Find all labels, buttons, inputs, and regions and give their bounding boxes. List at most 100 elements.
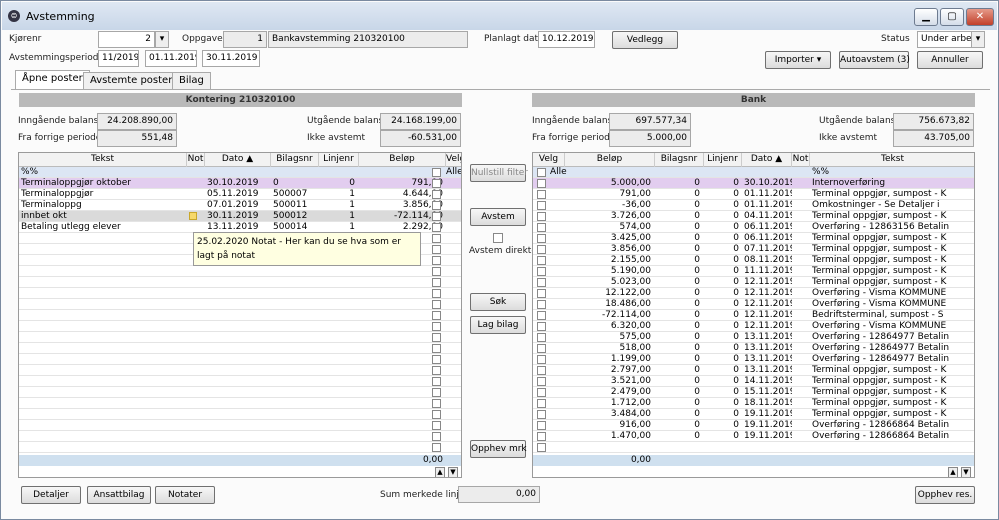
row-checkbox[interactable] bbox=[537, 421, 546, 430]
row-checkbox[interactable] bbox=[432, 311, 441, 320]
table-row[interactable]: -36,00 0 0 01.11.2019 Omkostninger - Se Deta… bbox=[533, 200, 974, 211]
table-row[interactable] bbox=[19, 409, 461, 420]
opphev-res-button[interactable]: Opphev res. bbox=[915, 486, 975, 504]
table-row[interactable] bbox=[19, 332, 461, 343]
row-checkbox[interactable] bbox=[432, 223, 441, 232]
scroll-down-icon[interactable]: ▼ bbox=[961, 467, 971, 477]
scroll-down-icon[interactable]: ▼ bbox=[448, 467, 458, 477]
col-belop[interactable]: Beløp bbox=[359, 153, 446, 167]
nullstill-filter-button[interactable]: Nullstill filter bbox=[470, 164, 528, 182]
vedlegg-button[interactable]: Vedlegg bbox=[612, 31, 678, 49]
ansattbilag-button[interactable]: Ansattbilag bbox=[87, 486, 151, 504]
col-velg-right[interactable]: Velg bbox=[533, 153, 565, 167]
table-row[interactable] bbox=[533, 442, 974, 453]
table-row[interactable]: 575,00 0 0 13.11.2019 Overføring - 12864977 … bbox=[533, 332, 974, 343]
row-checkbox[interactable] bbox=[537, 179, 546, 188]
table-row[interactable]: 3.521,00 0 0 14.11.2019 Terminal oppgjør, su… bbox=[533, 376, 974, 387]
table-row[interactable]: Terminaloppg 07.01.2019 500011 1 3.856,00 bbox=[19, 200, 461, 211]
select-all-checkbox[interactable] bbox=[432, 168, 441, 177]
row-checkbox[interactable] bbox=[432, 245, 441, 254]
row-checkbox[interactable] bbox=[537, 443, 546, 452]
row-checkbox[interactable] bbox=[537, 267, 546, 276]
row-checkbox[interactable] bbox=[537, 289, 546, 298]
row-checkbox[interactable] bbox=[432, 289, 441, 298]
row-checkbox[interactable] bbox=[432, 201, 441, 210]
row-checkbox[interactable] bbox=[432, 333, 441, 342]
avstem-direkte-checkbox[interactable] bbox=[493, 233, 503, 243]
table-row[interactable] bbox=[19, 431, 461, 442]
notater-button[interactable]: Notater bbox=[155, 486, 215, 504]
col-not-right[interactable]: Not bbox=[792, 153, 810, 167]
row-checkbox[interactable] bbox=[537, 223, 546, 232]
annuller-button[interactable]: Annuller bbox=[917, 51, 983, 69]
col-dato-right[interactable]: Dato ▲ bbox=[742, 153, 792, 167]
table-row[interactable]: 791,00 0 0 01.11.2019 Terminal oppgjør, sump… bbox=[533, 189, 974, 200]
row-checkbox[interactable] bbox=[432, 377, 441, 386]
maximize-button[interactable]: ▢ bbox=[940, 8, 964, 26]
col-velg[interactable]: Velg bbox=[446, 153, 461, 167]
col-tekst-right[interactable]: Tekst bbox=[810, 153, 974, 167]
row-checkbox[interactable] bbox=[432, 300, 441, 309]
row-checkbox[interactable] bbox=[432, 234, 441, 243]
row-checkbox[interactable] bbox=[537, 212, 546, 221]
table-row[interactable] bbox=[19, 387, 461, 398]
row-checkbox[interactable] bbox=[537, 388, 546, 397]
row-checkbox[interactable] bbox=[432, 410, 441, 419]
status-dropdown-icon[interactable]: ▾ bbox=[971, 31, 985, 48]
col-not[interactable]: Not bbox=[187, 153, 205, 167]
table-row[interactable]: 5.000,00 0 0 30.10.2019 Internoverføring bbox=[533, 178, 974, 189]
periode-to-field[interactable]: 30.11.2019 bbox=[202, 50, 260, 67]
row-checkbox[interactable] bbox=[537, 278, 546, 287]
col-belop-right[interactable]: Beløp bbox=[565, 153, 655, 167]
table-row[interactable] bbox=[19, 365, 461, 376]
table-row[interactable] bbox=[19, 266, 461, 277]
row-checkbox[interactable] bbox=[537, 256, 546, 265]
row-checkbox[interactable] bbox=[537, 245, 546, 254]
table-row[interactable]: 3.484,00 0 0 19.11.2019 Terminal oppgjør, su… bbox=[533, 409, 974, 420]
table-row[interactable]: 3.856,00 0 0 07.11.2019 Terminal oppgjør, su… bbox=[533, 244, 974, 255]
row-checkbox[interactable] bbox=[537, 344, 546, 353]
table-row[interactable]: 3.425,00 0 0 06.11.2019 Terminal oppgjør, su… bbox=[533, 233, 974, 244]
row-checkbox[interactable] bbox=[432, 399, 441, 408]
scroll-up-icon[interactable]: ▲ bbox=[948, 467, 958, 477]
table-row[interactable]: 3.726,00 0 0 04.11.2019 Terminal oppgjør, su… bbox=[533, 211, 974, 222]
left-filter-row[interactable]: %% Alle bbox=[19, 167, 461, 178]
row-checkbox[interactable] bbox=[537, 377, 546, 386]
col-linjenr[interactable]: Linjenr bbox=[319, 153, 359, 167]
row-checkbox[interactable] bbox=[537, 333, 546, 342]
table-row[interactable]: 2.797,00 0 0 13.11.2019 Terminal oppgjør, su… bbox=[533, 365, 974, 376]
opphev-mrk-button[interactable]: Opphev mrk bbox=[470, 440, 527, 458]
col-tekst[interactable]: Tekst bbox=[19, 153, 187, 167]
row-checkbox[interactable] bbox=[432, 432, 441, 441]
row-checkbox[interactable] bbox=[432, 355, 441, 364]
row-checkbox[interactable] bbox=[432, 421, 441, 430]
row-checkbox[interactable] bbox=[537, 410, 546, 419]
status-select[interactable]: Under arbeic bbox=[917, 31, 972, 48]
row-checkbox[interactable] bbox=[432, 278, 441, 287]
tab-avstemte-poster[interactable]: Avstemte poster bbox=[83, 72, 180, 89]
table-row[interactable] bbox=[19, 354, 461, 365]
periode-from-field[interactable]: 01.11.2019 bbox=[145, 50, 197, 67]
minimize-button[interactable]: ▁ bbox=[914, 8, 938, 26]
row-checkbox[interactable] bbox=[432, 366, 441, 375]
periode-month-field[interactable]: 11/2019 bbox=[98, 50, 139, 67]
row-checkbox[interactable] bbox=[537, 311, 546, 320]
filter-tekst[interactable]: %% bbox=[21, 167, 38, 178]
right-filter-row[interactable]: Alle %% bbox=[533, 167, 974, 178]
table-row[interactable] bbox=[19, 376, 461, 387]
table-row[interactable]: 6.320,00 0 0 12.11.2019 Overføring - Visma K… bbox=[533, 321, 974, 332]
table-row[interactable]: 12.122,00 0 0 12.11.2019 Overføring - Visma … bbox=[533, 288, 974, 299]
tab-apne-poster[interactable]: Åpne poster bbox=[15, 70, 90, 90]
filter-tekst-right[interactable]: %% bbox=[812, 167, 829, 178]
importer-button[interactable]: Importer ▾ bbox=[765, 51, 831, 69]
table-row[interactable]: 574,00 0 0 06.11.2019 Overføring - 12863156 … bbox=[533, 222, 974, 233]
tab-bilag[interactable]: Bilag bbox=[172, 72, 211, 89]
row-checkbox[interactable] bbox=[432, 322, 441, 331]
table-row[interactable]: 18.486,00 0 0 12.11.2019 Overføring - Visma … bbox=[533, 299, 974, 310]
sok-button[interactable]: Søk bbox=[470, 293, 526, 311]
row-checkbox[interactable] bbox=[537, 366, 546, 375]
row-checkbox[interactable] bbox=[432, 190, 441, 199]
row-checkbox[interactable] bbox=[537, 432, 546, 441]
row-checkbox[interactable] bbox=[432, 344, 441, 353]
table-row[interactable]: 518,00 0 0 13.11.2019 Overføring - 12864977 … bbox=[533, 343, 974, 354]
